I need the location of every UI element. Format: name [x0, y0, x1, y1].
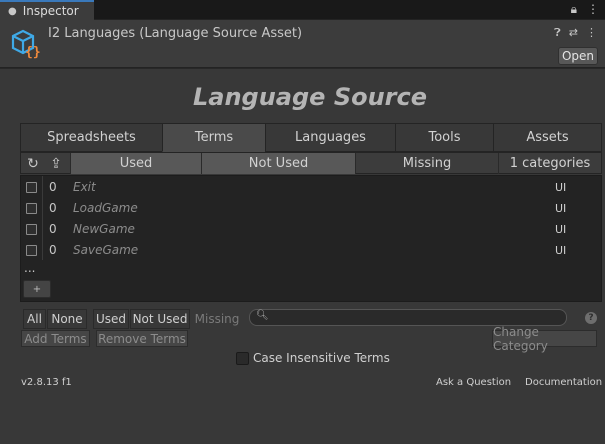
asset-title: I2 Languages (Language Source Asset) [48, 26, 303, 41]
open-button[interactable]: Open [558, 47, 598, 65]
table-row[interactable]: 0 NewGame UI [21, 219, 601, 240]
select-not-used-button[interactable]: Not Used [130, 309, 190, 329]
version-label: v2.8.13 f1 [21, 377, 72, 388]
categories-dropdown[interactable]: 1 categories [498, 153, 601, 174]
select-none-button[interactable]: None [47, 309, 87, 329]
page-title: Language Source [192, 83, 428, 111]
row-checkbox[interactable] [26, 224, 37, 235]
term-name[interactable]: Exit [73, 180, 96, 194]
term-usage-count: 0 [49, 180, 57, 194]
select-used-button[interactable]: Used [93, 309, 129, 329]
search-icon: 🔍︎ [256, 310, 269, 321]
documentation-link[interactable]: Documentation [525, 377, 602, 388]
term-name[interactable]: NewGame [73, 222, 135, 236]
window-controls: 🔒︎ ⋮ [571, 2, 599, 17]
tab-languages[interactable]: Languages [265, 123, 395, 152]
filter-not-used-button[interactable]: Not Used [201, 153, 355, 174]
lock-icon[interactable]: 🔒︎ [571, 2, 577, 17]
filter-missing-button[interactable]: Missing [355, 153, 498, 174]
term-name[interactable]: SaveGame [73, 243, 138, 257]
tab-spreadsheets[interactable]: Spreadsheets [20, 123, 162, 152]
term-usage-count: 0 [49, 222, 57, 236]
row-checkbox[interactable] [26, 182, 37, 193]
row-checkbox[interactable] [26, 245, 37, 256]
add-term-button[interactable]: + [23, 280, 51, 298]
remove-terms-button[interactable]: Remove Terms [96, 330, 188, 347]
term-category: UI [555, 223, 567, 236]
search-help-icon[interactable]: ? [585, 312, 597, 324]
tab-assets[interactable]: Assets [493, 123, 602, 152]
more-terms-ellipsis: ... [24, 261, 36, 275]
help-icon[interactable]: ❓︎ [554, 26, 561, 40]
term-category: UI [555, 181, 567, 194]
menu-dots-icon[interactable]: ⋮ [587, 2, 599, 17]
svg-text:{}: {} [25, 45, 41, 59]
filter-used-button[interactable]: Used [70, 153, 201, 174]
more-icon[interactable]: ⋮ [586, 26, 597, 40]
change-category-button[interactable]: Change Category [492, 325, 597, 353]
select-missing-button[interactable]: Missing [192, 309, 242, 329]
ask-question-link[interactable]: Ask a Question [436, 377, 511, 388]
table-row[interactable]: 0 LoadGame UI [21, 198, 601, 219]
table-row[interactable]: 0 SaveGame UI [21, 240, 601, 261]
terms-list: 0 Exit UI 0 LoadGame UI 0 NewGame UI 0 S… [20, 175, 602, 302]
search-input[interactable]: 🔍︎ [249, 309, 567, 326]
case-insensitive-checkbox[interactable] [236, 351, 249, 365]
term-name[interactable]: LoadGame [73, 201, 138, 215]
term-category: UI [555, 244, 567, 257]
case-insensitive-option[interactable]: Case Insensitive Terms [236, 350, 390, 366]
tab-tools[interactable]: Tools [395, 123, 493, 152]
add-terms-button[interactable]: Add Terms [21, 330, 90, 347]
presets-icon[interactable]: ⇄ [569, 26, 578, 40]
language-source-asset-icon: {} [11, 29, 41, 59]
tab-terms[interactable]: Terms [162, 123, 265, 152]
term-usage-count: 0 [49, 201, 57, 215]
term-usage-count: 0 [49, 243, 57, 257]
table-row[interactable]: 0 Exit UI [21, 177, 601, 198]
header-icons: ❓︎ ⇄ ⋮ [554, 26, 597, 40]
window-tabbar: ● Inspector 🔒︎ ⋮ [0, 0, 605, 20]
select-all-button[interactable]: All [23, 309, 46, 329]
row-checkbox[interactable] [26, 203, 37, 214]
asset-header: {} I2 Languages (Language Source Asset) … [0, 20, 605, 68]
refresh-icon[interactable]: ↻ [23, 155, 43, 173]
upload-icon[interactable]: ⇪ [46, 155, 66, 173]
main-tabs: Spreadsheets Terms Languages Tools Asset… [20, 123, 602, 152]
info-icon: ● [8, 5, 17, 17]
term-category: UI [555, 202, 567, 215]
term-filter-row: ↻ ⇪ Used Not Used Missing 1 categories [20, 152, 602, 174]
inspector-tab-label: Inspector [22, 4, 79, 18]
inspector-tab[interactable]: ● Inspector [0, 0, 94, 20]
case-insensitive-label: Case Insensitive Terms [253, 351, 390, 365]
